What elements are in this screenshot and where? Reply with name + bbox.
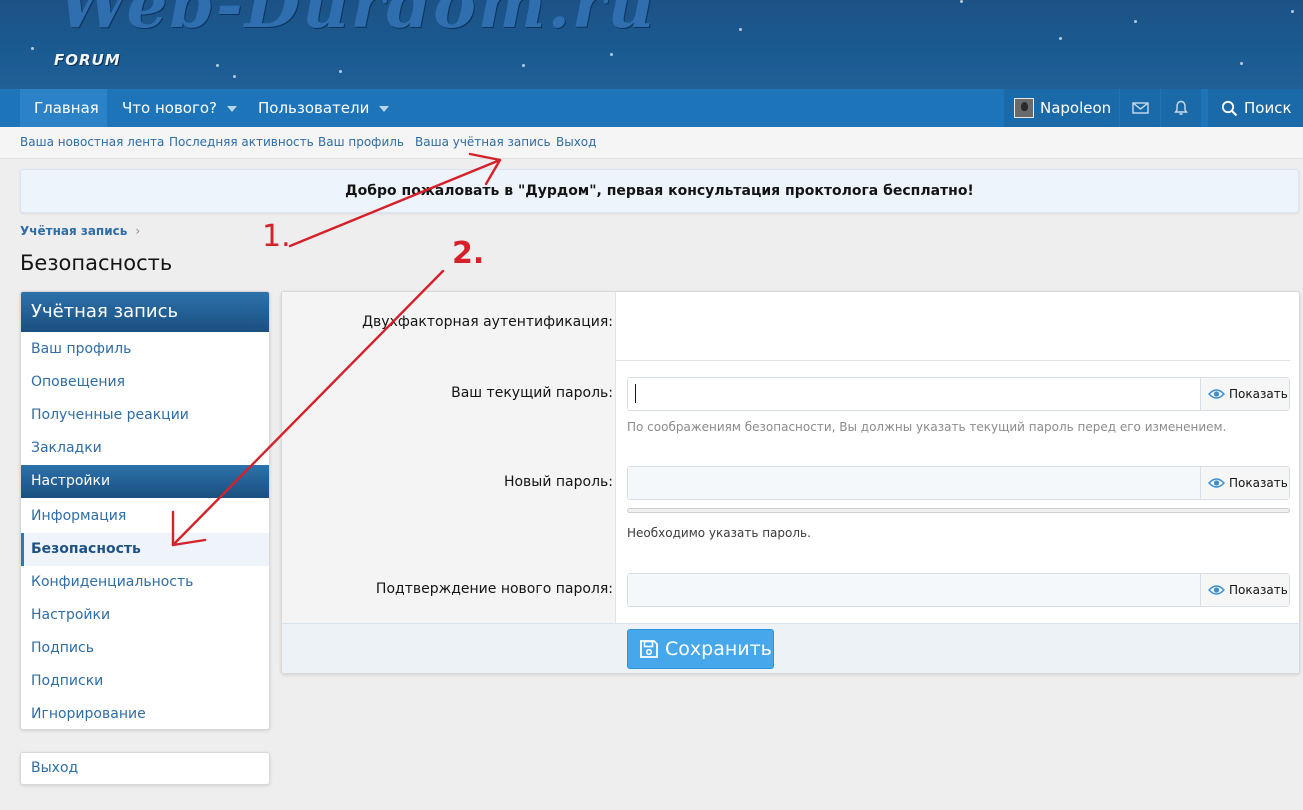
main-navbar: Главная Что нового? Пользователи Napoleo… <box>0 89 1303 127</box>
avatar <box>1014 98 1034 118</box>
star-decoration <box>522 64 525 67</box>
eye-icon <box>1208 389 1225 399</box>
save-button[interactable]: Сохранить <box>627 629 774 669</box>
new-password-label: Новый пароль: <box>503 474 613 490</box>
star-decoration <box>1291 10 1294 13</box>
star-decoration <box>739 28 742 31</box>
nav-tab-label: Пользователи <box>258 99 370 117</box>
show-button-label: Показать <box>1229 387 1288 401</box>
new-password-hint: Необходимо указать пароль. <box>627 526 811 540</box>
show-button-label: Показать <box>1229 583 1288 597</box>
current-password-label: Ваш текущий пароль: <box>451 385 613 401</box>
confirm-password-input[interactable] <box>628 574 1200 606</box>
sidebar-item-alerts[interactable]: Оповещения <box>21 366 269 399</box>
alerts-button[interactable] <box>1161 89 1201 127</box>
nav-tab-label: Что нового? <box>122 99 217 117</box>
sidebar-item-account-details[interactable]: Информация <box>21 500 269 533</box>
page-title: Безопасность <box>20 251 173 275</box>
user-name: Napoleon <box>1040 99 1112 117</box>
mail-icon <box>1132 102 1149 114</box>
breadcrumb: Учётная запись › <box>20 224 140 238</box>
show-new-password-button[interactable]: Показать <box>1200 467 1289 499</box>
eye-icon <box>1208 478 1225 488</box>
search-label: Поиск <box>1244 99 1292 117</box>
site-banner: Web-Durdom.ru FORUM <box>0 0 1303 89</box>
show-confirm-password-button[interactable]: Показать <box>1200 574 1289 606</box>
sidebar-subheading: Настройки <box>21 465 269 498</box>
form-divider <box>616 360 1290 361</box>
sidebar-item-ignoring[interactable]: Игнорирование <box>21 698 269 729</box>
form-submit-row: Сохранить <box>282 623 1299 673</box>
star-decoration <box>1240 62 1243 65</box>
show-current-password-button[interactable]: Показать <box>1200 378 1289 410</box>
inbox-button[interactable] <box>1120 89 1160 127</box>
sidebar-item-privacy[interactable]: Конфиденциальность <box>21 566 269 599</box>
sidebar-item-profile[interactable]: Ваш профиль <box>21 333 269 366</box>
account-sidebar: Учётная запись Ваш профиль Оповещения По… <box>20 291 270 730</box>
search-button[interactable]: Поиск <box>1208 89 1303 127</box>
text-cursor <box>635 384 636 403</box>
two-factor-label: Двухфакторная аутентификация: <box>362 314 613 330</box>
subnav-link-account[interactable]: Ваша учётная запись <box>415 127 551 157</box>
notice-text: Добро пожаловать в "Дурдом", первая конс… <box>345 183 974 199</box>
security-form: Двухфакторная аутентификация: Ваш текущи… <box>281 291 1300 674</box>
current-password-field[interactable]: Показать <box>627 377 1290 411</box>
nav-tab-members[interactable]: Пользователи <box>258 89 393 127</box>
password-strength-meter <box>627 508 1290 513</box>
star-decoration <box>339 70 342 73</box>
subnav-link-latest-activity[interactable]: Последняя активность <box>169 127 314 157</box>
nav-tab-label: Главная <box>34 99 99 117</box>
sidebar-item-reactions[interactable]: Полученные реакции <box>21 399 269 432</box>
sidebar-item-following[interactable]: Подписки <box>21 665 269 698</box>
star-decoration <box>31 47 34 50</box>
annotation-step-2: 2. <box>452 236 485 271</box>
star-decoration <box>610 53 613 56</box>
eye-icon <box>1208 585 1225 595</box>
subnav-link-news-feed[interactable]: Ваша новостная лента <box>20 127 164 157</box>
star-decoration <box>1134 20 1137 23</box>
subnav-link-logout[interactable]: Выход <box>556 127 596 157</box>
current-password-input[interactable] <box>628 378 1200 410</box>
nav-tab-home[interactable]: Главная <box>20 89 107 127</box>
sidebar-item-signature[interactable]: Подпись <box>21 632 269 665</box>
nav-tab-whats-new[interactable]: Что нового? <box>122 89 247 127</box>
chevron-right-icon: › <box>135 224 141 238</box>
new-password-input[interactable] <box>628 467 1200 499</box>
new-password-field[interactable]: Показать <box>627 466 1290 500</box>
confirm-password-label: Подтверждение нового пароля: <box>375 581 613 597</box>
sidebar-item-preferences[interactable]: Настройки <box>21 599 269 632</box>
subnav-link-profile[interactable]: Ваш профиль <box>318 127 404 157</box>
star-decoration <box>1059 37 1062 40</box>
confirm-password-field[interactable]: Показать <box>627 573 1290 607</box>
current-password-hint: По соображениям безопасности, Вы должны … <box>627 420 1227 434</box>
welcome-notice: Добро пожаловать в "Дурдом", первая конс… <box>20 169 1299 213</box>
sidebar-item-security[interactable]: Безопасность <box>21 533 269 566</box>
annotation-step-1: 1. <box>262 219 291 254</box>
save-button-label: Сохранить <box>665 638 772 660</box>
forum-logo-label: FORUM <box>54 51 121 69</box>
bell-icon <box>1174 100 1188 115</box>
star-decoration <box>233 75 236 78</box>
sidebar-heading: Учётная запись <box>21 292 269 332</box>
star-decoration <box>216 64 219 67</box>
search-icon <box>1221 100 1238 117</box>
form-label-column <box>282 292 616 623</box>
sidebar-logout[interactable]: Выход <box>20 752 270 785</box>
chevron-down-icon[interactable] <box>227 105 237 112</box>
sidebar-item-bookmarks[interactable]: Закладки <box>21 432 269 465</box>
sub-navigation: Ваша новостная лента Последняя активност… <box>0 127 1303 159</box>
chevron-down-icon[interactable] <box>379 105 390 112</box>
star-decoration <box>960 0 963 3</box>
breadcrumb-item[interactable]: Учётная запись <box>20 224 127 238</box>
site-logo[interactable]: Web-Durdom.ru <box>58 0 656 43</box>
show-button-label: Показать <box>1229 476 1288 490</box>
floppy-disk-icon <box>640 640 658 658</box>
user-menu[interactable]: Napoleon <box>1004 89 1119 127</box>
